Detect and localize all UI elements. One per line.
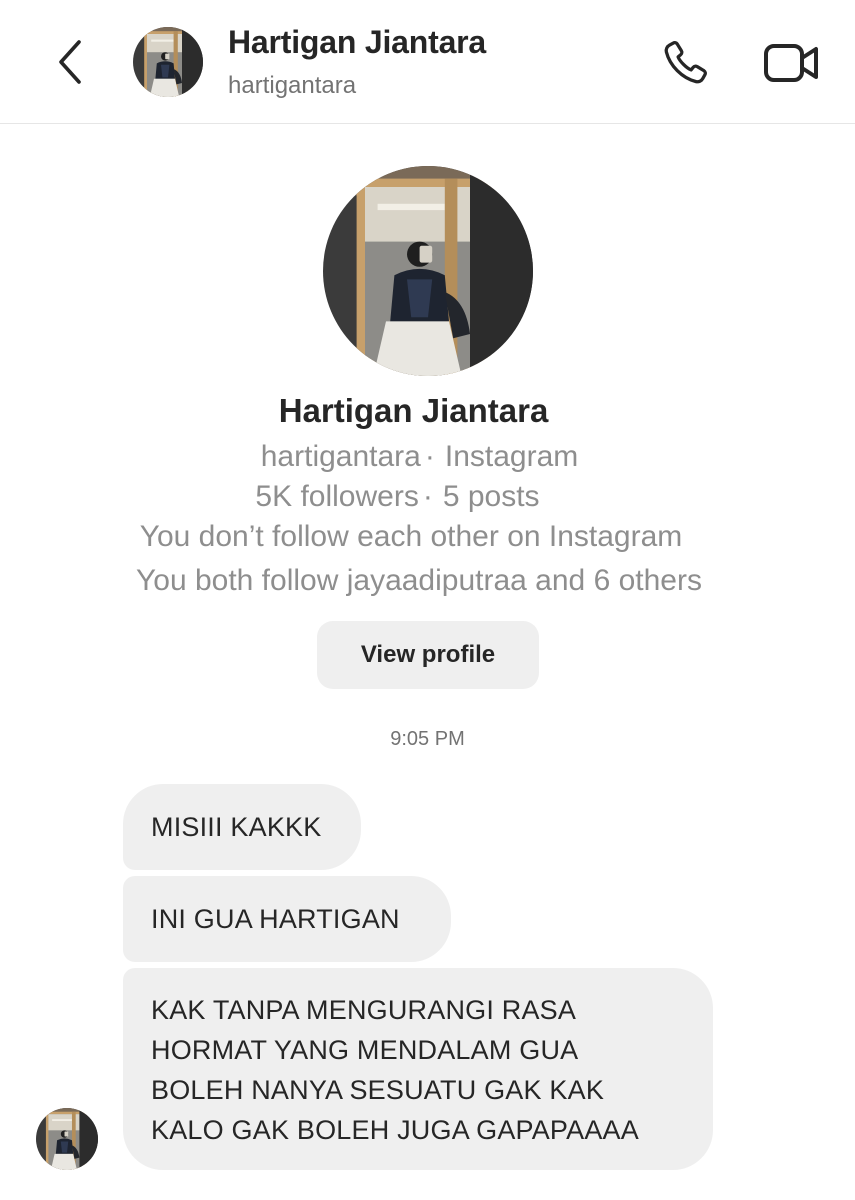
header-contact-name[interactable]: Hartigan Jiantara (228, 24, 486, 61)
message-bubble[interactable]: INI GUA HARTIGAN (123, 876, 451, 962)
follow-status: You don’t follow each other on Instagram (139, 520, 683, 553)
message-text: BOLEH NANYA SESUATU GAK KAK (151, 1075, 605, 1105)
view-profile-button[interactable]: View profile (317, 621, 539, 689)
profile-name: Hartigan Jiantara (278, 392, 549, 429)
chat-header: Hartigan Jiantara hartigantara (0, 0, 855, 124)
mutual-followers: You both follow jayaadiputraa and 6 othe… (136, 564, 702, 597)
separator-dot: · (422, 480, 433, 513)
message-text: HORMAT YANG MENDALAM GUA (151, 1035, 579, 1065)
message-text: KAK TANPA MENGURANGI RASA (151, 995, 577, 1025)
header-avatar[interactable] (133, 27, 203, 97)
video-camera-icon (764, 44, 818, 82)
message-bubble[interactable]: KAK TANPA MENGURANGI RASA HORMAT YANG ME… (123, 968, 713, 1170)
message-text: MISIII KAKKK (151, 812, 322, 842)
profile-avatar[interactable] (323, 166, 533, 376)
audio-call-button[interactable] (656, 36, 714, 90)
phone-icon (664, 40, 708, 84)
profile-username-platform: hartigantara · Instagram (0, 440, 839, 474)
message-bubble[interactable]: MISIII KAKKK (123, 784, 361, 870)
header-contact-username: hartigantara (228, 72, 357, 99)
profile-stats: 5K followers · 5 posts (0, 480, 795, 514)
back-button[interactable] (48, 36, 92, 88)
video-call-button[interactable] (760, 36, 824, 90)
chevron-left-icon (59, 40, 81, 84)
profile-platform: Instagram (444, 440, 579, 473)
message-timestamp: 9:05 PM (390, 728, 465, 750)
sender-avatar[interactable] (36, 1108, 98, 1170)
profile-username: hartigantara (260, 440, 421, 473)
posts-count: 5 posts (442, 480, 540, 513)
message-text: INI GUA HARTIGAN (151, 904, 400, 934)
message-text: KALO GAK BOLEH JUGA GAPAPAAAA (151, 1115, 639, 1145)
followers-count: 5K followers (255, 480, 419, 513)
separator-dot: · (424, 440, 435, 473)
